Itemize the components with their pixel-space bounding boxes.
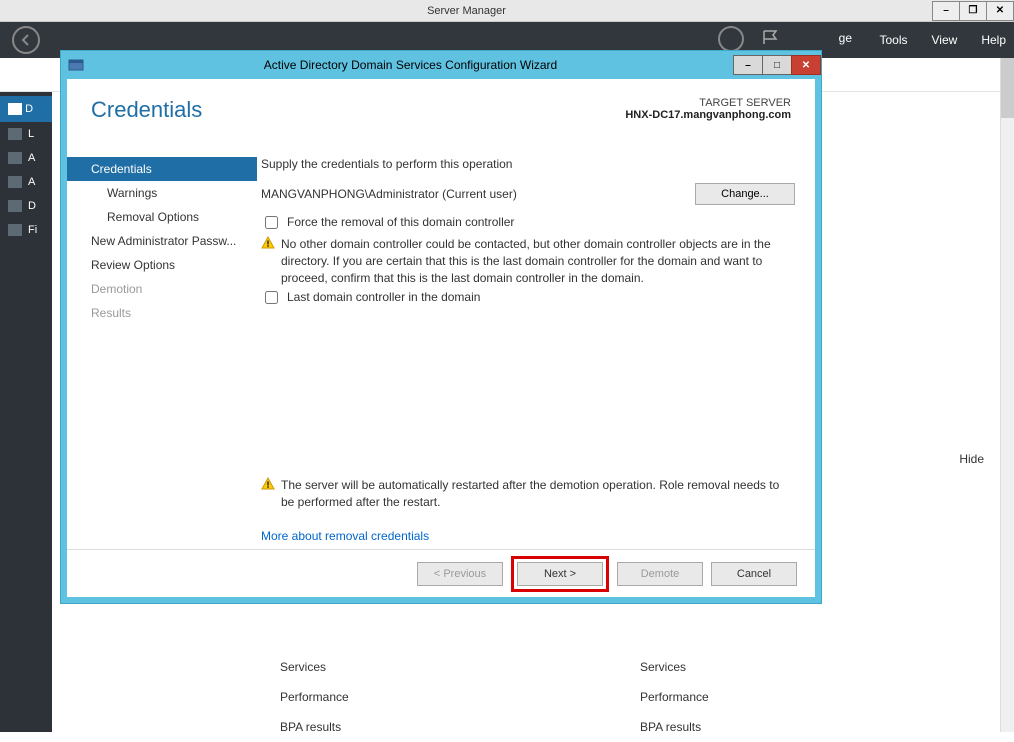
wizard-app-icon (65, 54, 87, 76)
adds-icon (8, 176, 22, 188)
force-removal-row[interactable]: Force the removal of this domain control… (261, 215, 795, 232)
supply-credentials-text: Supply the credentials to perform this o… (261, 157, 795, 171)
maximize-button[interactable]: ❐ (959, 1, 987, 21)
servers-icon (8, 152, 22, 164)
previous-button: < Previous (417, 562, 503, 586)
service-col-1: Services Performance BPA results (280, 652, 440, 742)
current-user-row: MANGVANPHONG\Administrator (Current user… (261, 183, 795, 205)
next-button-highlight: Next > (511, 556, 609, 592)
nav-step-review-options[interactable]: Review Options (67, 253, 257, 277)
nav-step-results: Results (67, 301, 257, 325)
last-dc-label: Last domain controller in the domain (287, 290, 480, 304)
services-row[interactable]: Services (280, 652, 440, 682)
wizard-maximize-button[interactable]: □ (762, 55, 792, 75)
demote-button: Demote (617, 562, 703, 586)
tools-menu[interactable]: Tools (880, 33, 908, 47)
close-button[interactable]: ✕ (986, 1, 1014, 21)
wizard-target: TARGET SERVER HNX-DC17.mangvanphong.com (625, 97, 791, 153)
performance-row[interactable]: Performance (280, 682, 440, 712)
wizard-footer: < Previous Next > Demote Cancel (67, 549, 815, 597)
server-icon (8, 128, 22, 140)
next-button[interactable]: Next > (517, 562, 603, 586)
wizard-inner: Credentials TARGET SERVER HNX-DC17.mangv… (67, 79, 815, 597)
sidebar-item[interactable]: A (0, 146, 52, 170)
target-server-label: TARGET SERVER (625, 97, 791, 109)
nav-step-new-admin-password[interactable]: New Administrator Passw... (67, 229, 257, 253)
server-manager-titlebar: Server Manager – ❐ ✕ (0, 0, 1014, 22)
bpa-row[interactable]: BPA results (640, 712, 800, 742)
wizard-nav: Credentials Warnings Removal Options New… (67, 153, 257, 549)
sidebar-item-dashboard[interactable]: D (0, 96, 52, 122)
performance-row[interactable]: Performance (640, 682, 800, 712)
sidebar-item[interactable]: Fi (0, 218, 52, 242)
service-columns: Services Performance BPA results Service… (280, 652, 800, 742)
warning-text: No other domain controller could be cont… (281, 236, 795, 286)
wizard-content: Supply the credentials to perform this o… (257, 153, 815, 549)
nav-step-removal-options[interactable]: Removal Options (67, 205, 257, 229)
file-icon (8, 224, 22, 236)
adds-config-wizard: Active Directory Domain Services Configu… (60, 50, 822, 604)
wizard-minimize-button[interactable]: – (733, 55, 763, 75)
wizard-close-button[interactable]: ✕ (791, 55, 821, 75)
scrollbar-thumb[interactable] (1001, 58, 1014, 118)
nav-step-warnings[interactable]: Warnings (67, 181, 257, 205)
cancel-button[interactable]: Cancel (711, 562, 797, 586)
nav-step-credentials[interactable]: Credentials (67, 157, 257, 181)
wizard-title: Active Directory Domain Services Configu… (87, 58, 734, 72)
nav-step-demotion: Demotion (67, 277, 257, 301)
vertical-scrollbar[interactable] (1000, 58, 1014, 732)
services-row[interactable]: Services (640, 652, 800, 682)
force-removal-label: Force the removal of this domain control… (287, 215, 514, 229)
server-manager-sidebar: D L A A D Fi (0, 92, 52, 732)
minimize-button[interactable]: – (932, 1, 960, 21)
view-menu[interactable]: View (932, 33, 958, 47)
warning-no-dc-contacted: No other domain controller could be cont… (261, 236, 795, 286)
warning-icon (261, 236, 275, 250)
more-about-link[interactable]: More about removal credentials (261, 529, 795, 543)
dns-icon (8, 200, 22, 212)
wizard-heading: Credentials (91, 97, 202, 153)
wizard-header: Credentials TARGET SERVER HNX-DC17.mangv… (67, 79, 815, 153)
force-removal-checkbox[interactable] (265, 216, 278, 229)
footer-warning: The server will be automatically restart… (261, 477, 795, 511)
menubar-right: Tools View Help (880, 22, 1007, 58)
service-col-2: Services Performance BPA results (640, 652, 800, 742)
last-dc-checkbox[interactable] (265, 291, 278, 304)
last-dc-row[interactable]: Last domain controller in the domain (261, 290, 795, 307)
notifications-icon[interactable] (758, 26, 784, 52)
footer-warning-text: The server will be automatically restart… (281, 477, 795, 511)
help-menu[interactable]: Help (981, 33, 1006, 47)
bpa-row[interactable]: BPA results (280, 712, 440, 742)
wizard-main: Credentials Warnings Removal Options New… (67, 153, 815, 549)
manage-menu-stub[interactable]: ge (839, 31, 852, 45)
hide-link[interactable]: Hide (959, 452, 984, 466)
sidebar-item[interactable]: L (0, 122, 52, 146)
target-server-value: HNX-DC17.mangvanphong.com (625, 109, 791, 121)
sidebar-item[interactable]: A (0, 170, 52, 194)
dashboard-icon (8, 103, 22, 115)
wizard-window-controls: – □ ✕ (734, 55, 821, 75)
back-icon[interactable] (12, 26, 40, 54)
warning-icon (261, 477, 275, 491)
wizard-titlebar[interactable]: Active Directory Domain Services Configu… (61, 51, 821, 79)
sidebar-item[interactable]: D (0, 194, 52, 218)
outer-window-controls: – ❐ ✕ (933, 1, 1014, 21)
refresh-icon[interactable] (718, 26, 744, 52)
change-button[interactable]: Change... (695, 183, 795, 205)
current-user-text: MANGVANPHONG\Administrator (Current user… (261, 187, 695, 201)
server-manager-title: Server Manager (0, 5, 933, 17)
